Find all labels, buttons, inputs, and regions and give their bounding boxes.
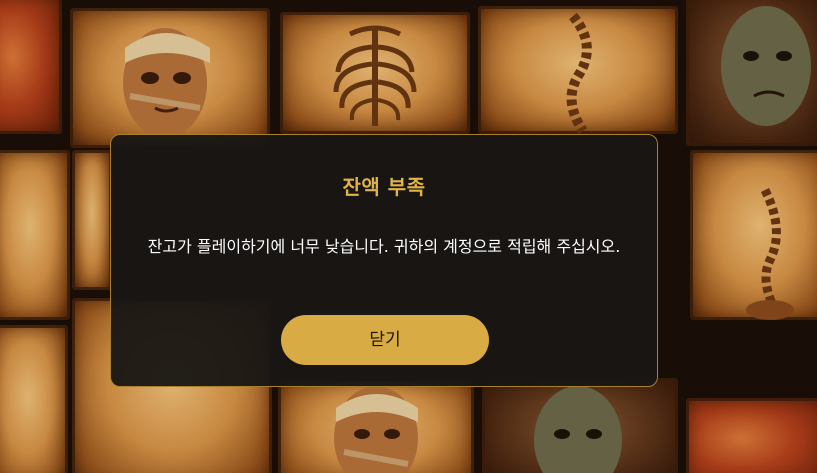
insufficient-balance-dialog: 잔액 부족 잔고가 플레이하기에 너무 낮습니다. 귀하의 계정으로 적립해 주… <box>110 134 658 387</box>
game-background: 잔액 부족 잔고가 플레이하기에 너무 낮습니다. 귀하의 계정으로 적립해 주… <box>0 0 817 473</box>
dialog-message: 잔고가 플레이하기에 너무 낮습니다. 귀하의 계정으로 적립해 주십시오. <box>147 237 621 256</box>
close-button[interactable]: 닫기 <box>281 315 489 365</box>
dialog-title: 잔액 부족 <box>342 175 426 199</box>
